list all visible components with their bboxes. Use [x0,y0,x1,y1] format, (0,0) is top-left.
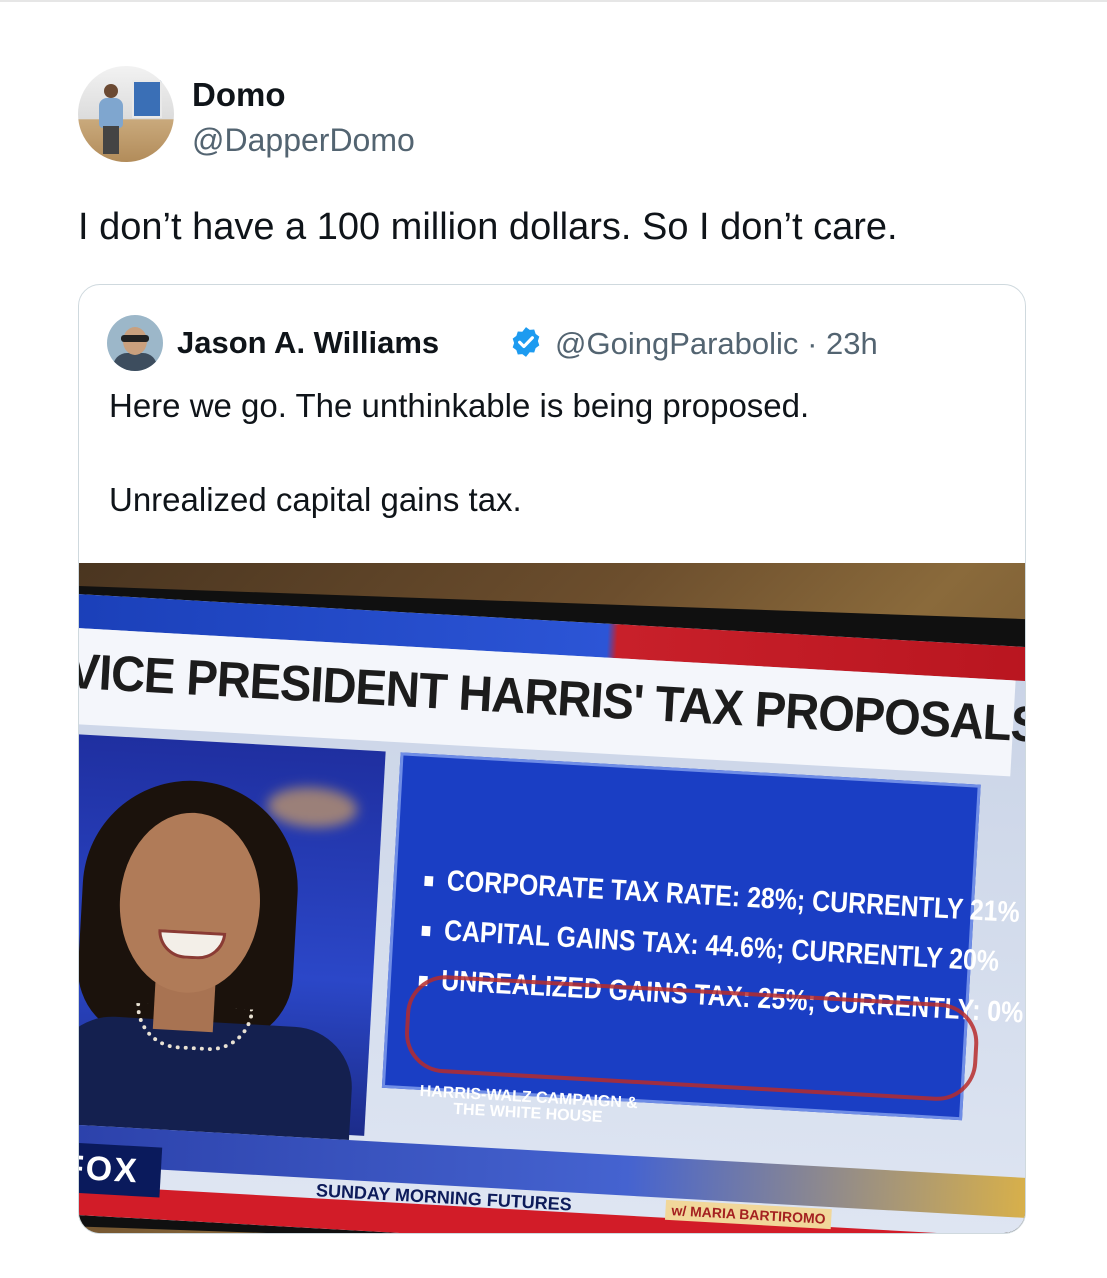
quoted-media-image[interactable]: VICE PRESIDENT HARRIS' TAX PROPOSALS COR… [79,563,1025,1233]
avatar-person-legs [103,126,119,154]
bullet-square-icon [421,926,431,937]
quoted-author-row: Jason A. Williams @GoingParabolic · 23h [107,313,987,373]
avatar[interactable] [78,66,174,162]
quoted-avatar-shirt [113,353,157,371]
quoted-avatar-glasses [121,335,149,342]
post-time[interactable]: 23h [826,326,878,361]
quoted-author-handle[interactable]: @GoingParabolic [555,326,798,361]
portrait-panel [79,732,386,1141]
quoted-author-name[interactable]: Jason A. Williams [177,325,439,361]
quoted-tweet-card[interactable]: Jason A. Williams @GoingParabolic · 23h … [78,284,1026,1234]
wall-frame [132,80,162,118]
portrait-light [266,785,359,830]
verified-badge-icon [512,327,540,357]
quoted-author-meta: @GoingParabolic · 23h [555,326,878,362]
quoted-text-line-2: Unrealized capital gains tax. [109,481,522,518]
author-handle[interactable]: @DapperDomo [192,122,415,159]
tv-screen: VICE PRESIDENT HARRIS' TAX PROPOSALS COR… [79,593,1025,1233]
quoted-text-line-1: Here we go. The unthinkable is being pro… [109,387,810,424]
author-name[interactable]: Domo [192,76,286,114]
avatar-person-body [99,98,123,128]
top-divider [0,0,1107,2]
bullet-square-icon [424,876,434,887]
meta-separator: · [807,326,818,361]
tweet-text: I don’t have a 100 million dollars. So I… [78,206,898,248]
avatar-person-head [104,84,118,98]
network-logo: FOX [79,1140,163,1198]
quoted-avatar[interactable] [107,315,163,371]
author-block[interactable]: Domo @DapperDomo [78,66,678,166]
